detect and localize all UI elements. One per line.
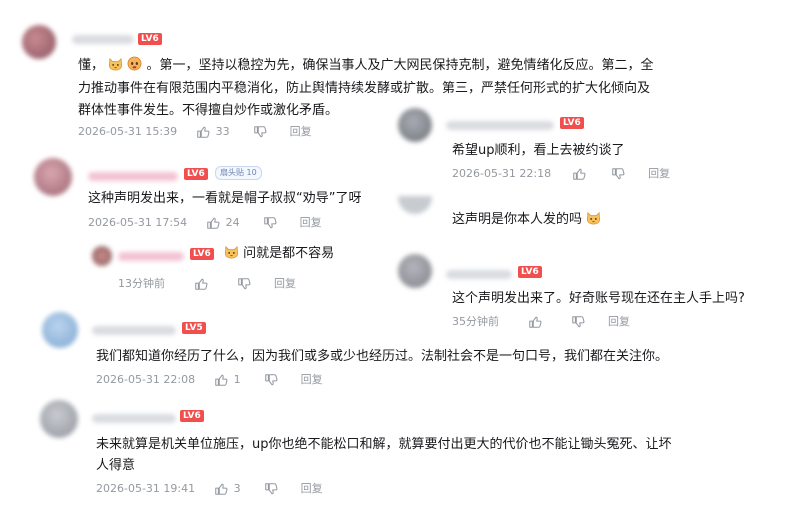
like-icon[interactable] bbox=[194, 277, 208, 291]
like-icon[interactable] bbox=[528, 315, 542, 329]
comment-text-line: 群体性事件发生。不得擅自炒作或激化矛盾。 bbox=[78, 103, 339, 118]
comment-text-line: 力推动事件在有限范围内平稳消化，防止舆情持续发酵或扩散。第三，严禁任何形式的扩大… bbox=[78, 81, 651, 96]
like-icon[interactable] bbox=[196, 125, 210, 139]
reply-meta: 13分钟前 回复 bbox=[118, 276, 296, 292]
comment-meta: 2026-05-31 22:08 1 回复 bbox=[96, 372, 323, 388]
comment-date: 2026-05-31 17:54 bbox=[88, 216, 188, 229]
cat-emoji-icon bbox=[224, 244, 239, 259]
comment-meta: 2026-05-31 17:54 24 回复 bbox=[88, 215, 322, 231]
username[interactable] bbox=[92, 414, 176, 423]
reply-button[interactable]: 回复 bbox=[608, 314, 630, 330]
comment-meta: 2026-05-31 19:41 3 回复 bbox=[96, 481, 323, 497]
comment-text-line: 人得意 bbox=[96, 458, 136, 473]
comment-date: 2026-05-31 22:18 bbox=[452, 167, 552, 180]
comment-date: 2026-05-31 22:08 bbox=[96, 373, 196, 386]
like-icon[interactable] bbox=[572, 167, 586, 181]
comment-text: 懂， 。第一，坚持以稳控为先，确保当事人及广大网民保持克制，避免情绪化反应。第二… bbox=[78, 55, 653, 76]
comment-meta: 2026-05-31 15:39 33 回复 bbox=[78, 124, 312, 140]
reply-time: 35分钟前 bbox=[452, 315, 499, 328]
avatar[interactable] bbox=[22, 25, 56, 59]
username[interactable] bbox=[72, 35, 134, 44]
level-badge: LV5 bbox=[182, 322, 206, 334]
level-badge: LV6 bbox=[138, 33, 162, 45]
avatar[interactable] bbox=[42, 312, 78, 348]
comment-date: 2026-05-31 19:41 bbox=[96, 482, 196, 495]
like-icon[interactable] bbox=[206, 216, 220, 230]
comment-text-content: 这声明是你本人发的吗 bbox=[452, 212, 583, 227]
comment-date: 2026-05-31 15:39 bbox=[78, 125, 178, 138]
comment-text: 这声明是你本人发的吗 bbox=[452, 209, 601, 230]
reply-button[interactable]: 回复 bbox=[301, 372, 323, 388]
reply-button[interactable]: 回复 bbox=[301, 481, 323, 497]
avatar[interactable] bbox=[398, 196, 432, 214]
reply-button[interactable]: 回复 bbox=[300, 215, 322, 231]
dislike-icon[interactable] bbox=[237, 277, 251, 291]
level-badge: LV6 bbox=[180, 410, 204, 422]
username[interactable] bbox=[118, 252, 184, 261]
reply-text-content: 问就是都不容易 bbox=[243, 246, 335, 261]
avatar[interactable] bbox=[92, 246, 112, 266]
dislike-icon[interactable] bbox=[263, 216, 277, 230]
like-count: 3 bbox=[233, 482, 241, 495]
comment-text: 我们都知道你经历了什么，因为我们或多或少也经历过。法制社会不是一句口号，我们都在… bbox=[96, 349, 669, 364]
comment-text: 希望up顺利，看上去被约谈了 bbox=[452, 143, 625, 158]
like-icon[interactable] bbox=[214, 482, 228, 496]
cat-emoji-icon bbox=[108, 56, 123, 71]
avatar[interactable] bbox=[398, 254, 432, 288]
reply-time: 13分钟前 bbox=[118, 277, 165, 290]
like-count: 24 bbox=[225, 216, 240, 229]
username[interactable] bbox=[446, 121, 554, 130]
level-badge: LV6 bbox=[518, 266, 542, 278]
like-count: 1 bbox=[233, 373, 241, 386]
reply-text: 问就是都不容易 bbox=[224, 243, 334, 264]
username[interactable] bbox=[88, 172, 178, 181]
level-badge: LV6 bbox=[184, 168, 208, 180]
comment-text-line: 。第一，坚持以稳控为先，确保当事人及广大网民保持克制，避免情绪化反应。第二，全 bbox=[146, 58, 654, 73]
face-emoji-icon bbox=[127, 56, 142, 71]
level-badge: LV6 bbox=[190, 248, 214, 260]
like-icon[interactable] bbox=[214, 373, 228, 387]
reply-button[interactable]: 回复 bbox=[274, 276, 296, 292]
dislike-icon[interactable] bbox=[264, 373, 278, 387]
comment-text: 这种声明发出来，一看就是帽子叔叔“劝导”了呀 bbox=[88, 191, 362, 206]
comment-meta: 2026-05-31 22:18 回复 bbox=[452, 166, 670, 182]
dislike-icon[interactable] bbox=[571, 315, 585, 329]
dislike-icon[interactable] bbox=[611, 167, 625, 181]
level-badge: LV6 bbox=[560, 117, 584, 129]
username[interactable] bbox=[92, 326, 176, 335]
fan-badge: 扇头贴 10 bbox=[215, 166, 262, 180]
comment-text-line: 未来就算是机关单位施压，up你也绝不能松口和解，就算要付出更大的代价也不能让锄头… bbox=[96, 437, 672, 452]
like-count: 33 bbox=[215, 125, 230, 138]
cat-emoji-icon bbox=[586, 210, 601, 225]
comment-meta: 35分钟前 回复 bbox=[452, 314, 630, 330]
reply-button[interactable]: 回复 bbox=[648, 166, 670, 182]
dislike-icon[interactable] bbox=[253, 125, 267, 139]
reply-button[interactable]: 回复 bbox=[290, 124, 312, 140]
avatar[interactable] bbox=[34, 158, 72, 196]
dislike-icon[interactable] bbox=[264, 482, 278, 496]
username[interactable] bbox=[446, 270, 512, 279]
comment-text-line: 懂， bbox=[78, 58, 105, 73]
avatar[interactable] bbox=[398, 108, 432, 142]
comment-text: 这个声明发出来了。好奇账号现在还在主人手上吗? bbox=[452, 291, 745, 306]
avatar[interactable] bbox=[40, 400, 78, 438]
